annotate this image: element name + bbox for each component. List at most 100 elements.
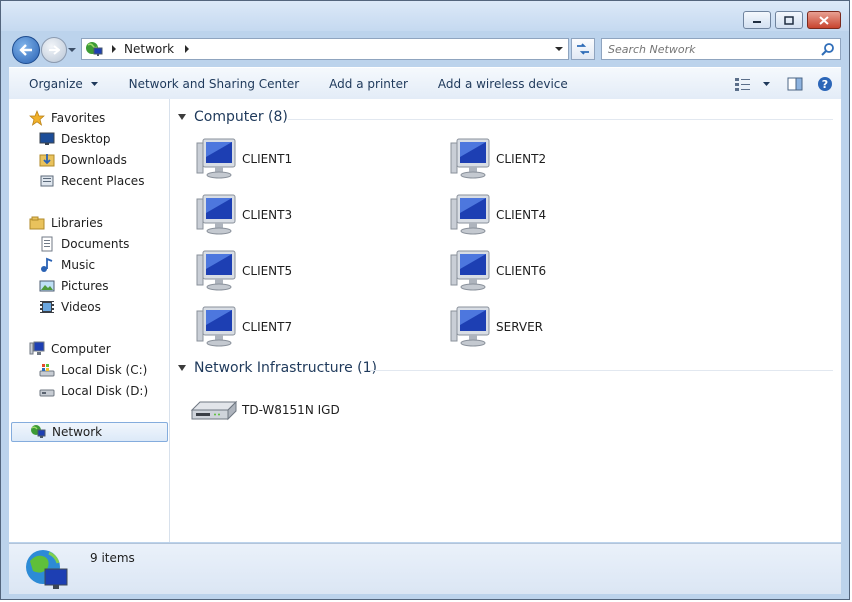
computer-item-label: CLIENT1 — [242, 152, 293, 166]
group-header-infrastructure[interactable]: Network Infrastructure (1) — [178, 360, 377, 376]
collapse-triangle-icon[interactable] — [178, 114, 186, 120]
nav-videos-label: Videos — [61, 300, 101, 314]
nav-music[interactable]: Music — [39, 255, 95, 275]
change-view-button[interactable] — [728, 72, 777, 96]
computer-icon — [442, 249, 492, 293]
computer-item[interactable]: CLIENT2 — [442, 137, 546, 181]
nav-computer[interactable]: Computer — [29, 339, 111, 359]
collapse-triangle-icon[interactable] — [178, 365, 186, 371]
nav-local-disk-c-label: Local Disk (C:) — [61, 363, 148, 377]
item-count: 9 items — [90, 551, 135, 565]
computer-icon — [188, 137, 238, 181]
title-bar — [1, 1, 849, 31]
computer-item[interactable]: CLIENT7 — [188, 305, 292, 349]
refresh-button[interactable] — [571, 38, 595, 60]
nav-documents[interactable]: Documents — [39, 234, 129, 254]
minimize-icon — [753, 21, 761, 23]
computer-item[interactable]: SERVER — [442, 305, 543, 349]
address-bar[interactable]: Network — [81, 38, 569, 60]
recent-pages-dropdown[interactable] — [67, 44, 77, 54]
breadcrumb-network[interactable]: Network — [124, 42, 174, 56]
music-note-icon — [39, 257, 55, 273]
nav-recent-places[interactable]: Recent Places — [39, 171, 144, 191]
file-list: Computer (8) CLIENT1 CLIENT2 CLIENT3 CLI… — [170, 99, 841, 542]
back-button[interactable] — [12, 36, 40, 64]
refresh-icon — [577, 43, 589, 55]
view-options-icon — [735, 77, 750, 91]
computer-item-label: CLIENT4 — [496, 208, 547, 222]
system-drive-icon — [39, 362, 55, 378]
computer-item-label: SERVER — [496, 320, 544, 334]
minimize-button[interactable] — [743, 11, 771, 29]
nav-libraries-label: Libraries — [51, 216, 103, 230]
window-controls — [739, 11, 841, 29]
nav-network-label: Network — [52, 425, 103, 439]
computer-item[interactable]: CLIENT3 — [188, 193, 292, 237]
breadcrumb-separator-icon[interactable] — [182, 44, 192, 54]
address-row: Network — [1, 34, 849, 64]
group-header-computer[interactable]: Computer (8) — [178, 109, 288, 125]
maximize-icon — [784, 15, 794, 25]
group-divider — [288, 119, 833, 120]
nav-libraries[interactable]: Libraries — [29, 213, 103, 233]
help-button[interactable]: ? — [813, 72, 841, 96]
nav-videos[interactable]: Videos — [39, 297, 101, 317]
nav-favorites[interactable]: Favorites — [29, 108, 105, 128]
computer-icon — [29, 341, 45, 357]
command-bar: Organize Network and Sharing Center Add … — [9, 67, 841, 100]
computer-item[interactable]: CLIENT4 — [442, 193, 546, 237]
preview-pane-icon — [787, 77, 803, 90]
search-box[interactable] — [601, 38, 841, 60]
nav-desktop[interactable]: Desktop — [39, 129, 111, 149]
computer-item-label: CLIENT5 — [242, 264, 293, 278]
close-button[interactable] — [807, 11, 841, 29]
computer-icon — [188, 305, 238, 349]
nav-downloads-label: Downloads — [61, 153, 127, 167]
preview-pane-button[interactable] — [777, 72, 813, 96]
search-input[interactable] — [602, 41, 821, 57]
network-device-label: TD-W8151N IGD — [242, 403, 340, 417]
nav-local-disk-d[interactable]: Local Disk (D:) — [39, 381, 148, 401]
add-wireless-device-button[interactable]: Add a wireless device — [428, 72, 578, 96]
details-pane: 9 items — [9, 543, 841, 594]
pictures-icon — [39, 278, 55, 294]
group-infrastructure-label: Network Infrastructure (1) — [194, 360, 377, 376]
network-icon — [86, 42, 103, 56]
computer-icon — [188, 193, 238, 237]
computer-item-label: CLIENT7 — [242, 320, 293, 334]
forward-arrow-icon — [49, 45, 60, 55]
search-icon[interactable] — [821, 42, 835, 56]
nav-pictures-label: Pictures — [61, 279, 109, 293]
network-icon — [30, 424, 46, 440]
organize-button[interactable]: Organize — [19, 72, 109, 96]
nav-downloads[interactable]: Downloads — [39, 150, 127, 170]
nav-recent-places-label: Recent Places — [61, 174, 145, 188]
nav-pictures[interactable]: Pictures — [39, 276, 109, 296]
computer-item-label: CLIENT3 — [242, 208, 293, 222]
computer-item[interactable]: CLIENT1 — [188, 137, 292, 181]
chevron-down-icon — [68, 48, 76, 52]
maximize-button[interactable] — [775, 11, 803, 29]
desktop-icon — [39, 131, 55, 147]
nav-local-disk-c[interactable]: Local Disk (C:) — [39, 360, 147, 380]
computer-item[interactable]: CLIENT5 — [188, 249, 292, 293]
documents-icon — [39, 236, 55, 252]
explorer-window: Network Organize Network and Sharing Cen… — [0, 0, 850, 600]
libraries-icon — [29, 215, 45, 231]
help-icon: ? — [818, 76, 832, 91]
downloads-folder-icon — [39, 152, 55, 168]
nav-network[interactable]: Network — [11, 422, 168, 442]
computer-icon — [188, 249, 238, 293]
computer-item[interactable]: CLIENT6 — [442, 249, 546, 293]
svg-text:?: ? — [822, 78, 828, 91]
chevron-down-icon — [90, 81, 98, 86]
network-device-item[interactable]: TD-W8151N IGD — [188, 388, 340, 432]
breadcrumb-separator-icon — [112, 45, 116, 53]
address-dropdown-icon[interactable] — [554, 44, 564, 54]
network-sharing-center-button[interactable]: Network and Sharing Center — [119, 72, 310, 96]
back-arrow-icon — [19, 44, 32, 56]
add-printer-button[interactable]: Add a printer — [319, 72, 418, 96]
computer-item-label: CLIENT2 — [496, 152, 547, 166]
content-area: Favorites Desktop Downloads Recent Place… — [9, 99, 841, 542]
forward-button[interactable] — [41, 37, 67, 63]
